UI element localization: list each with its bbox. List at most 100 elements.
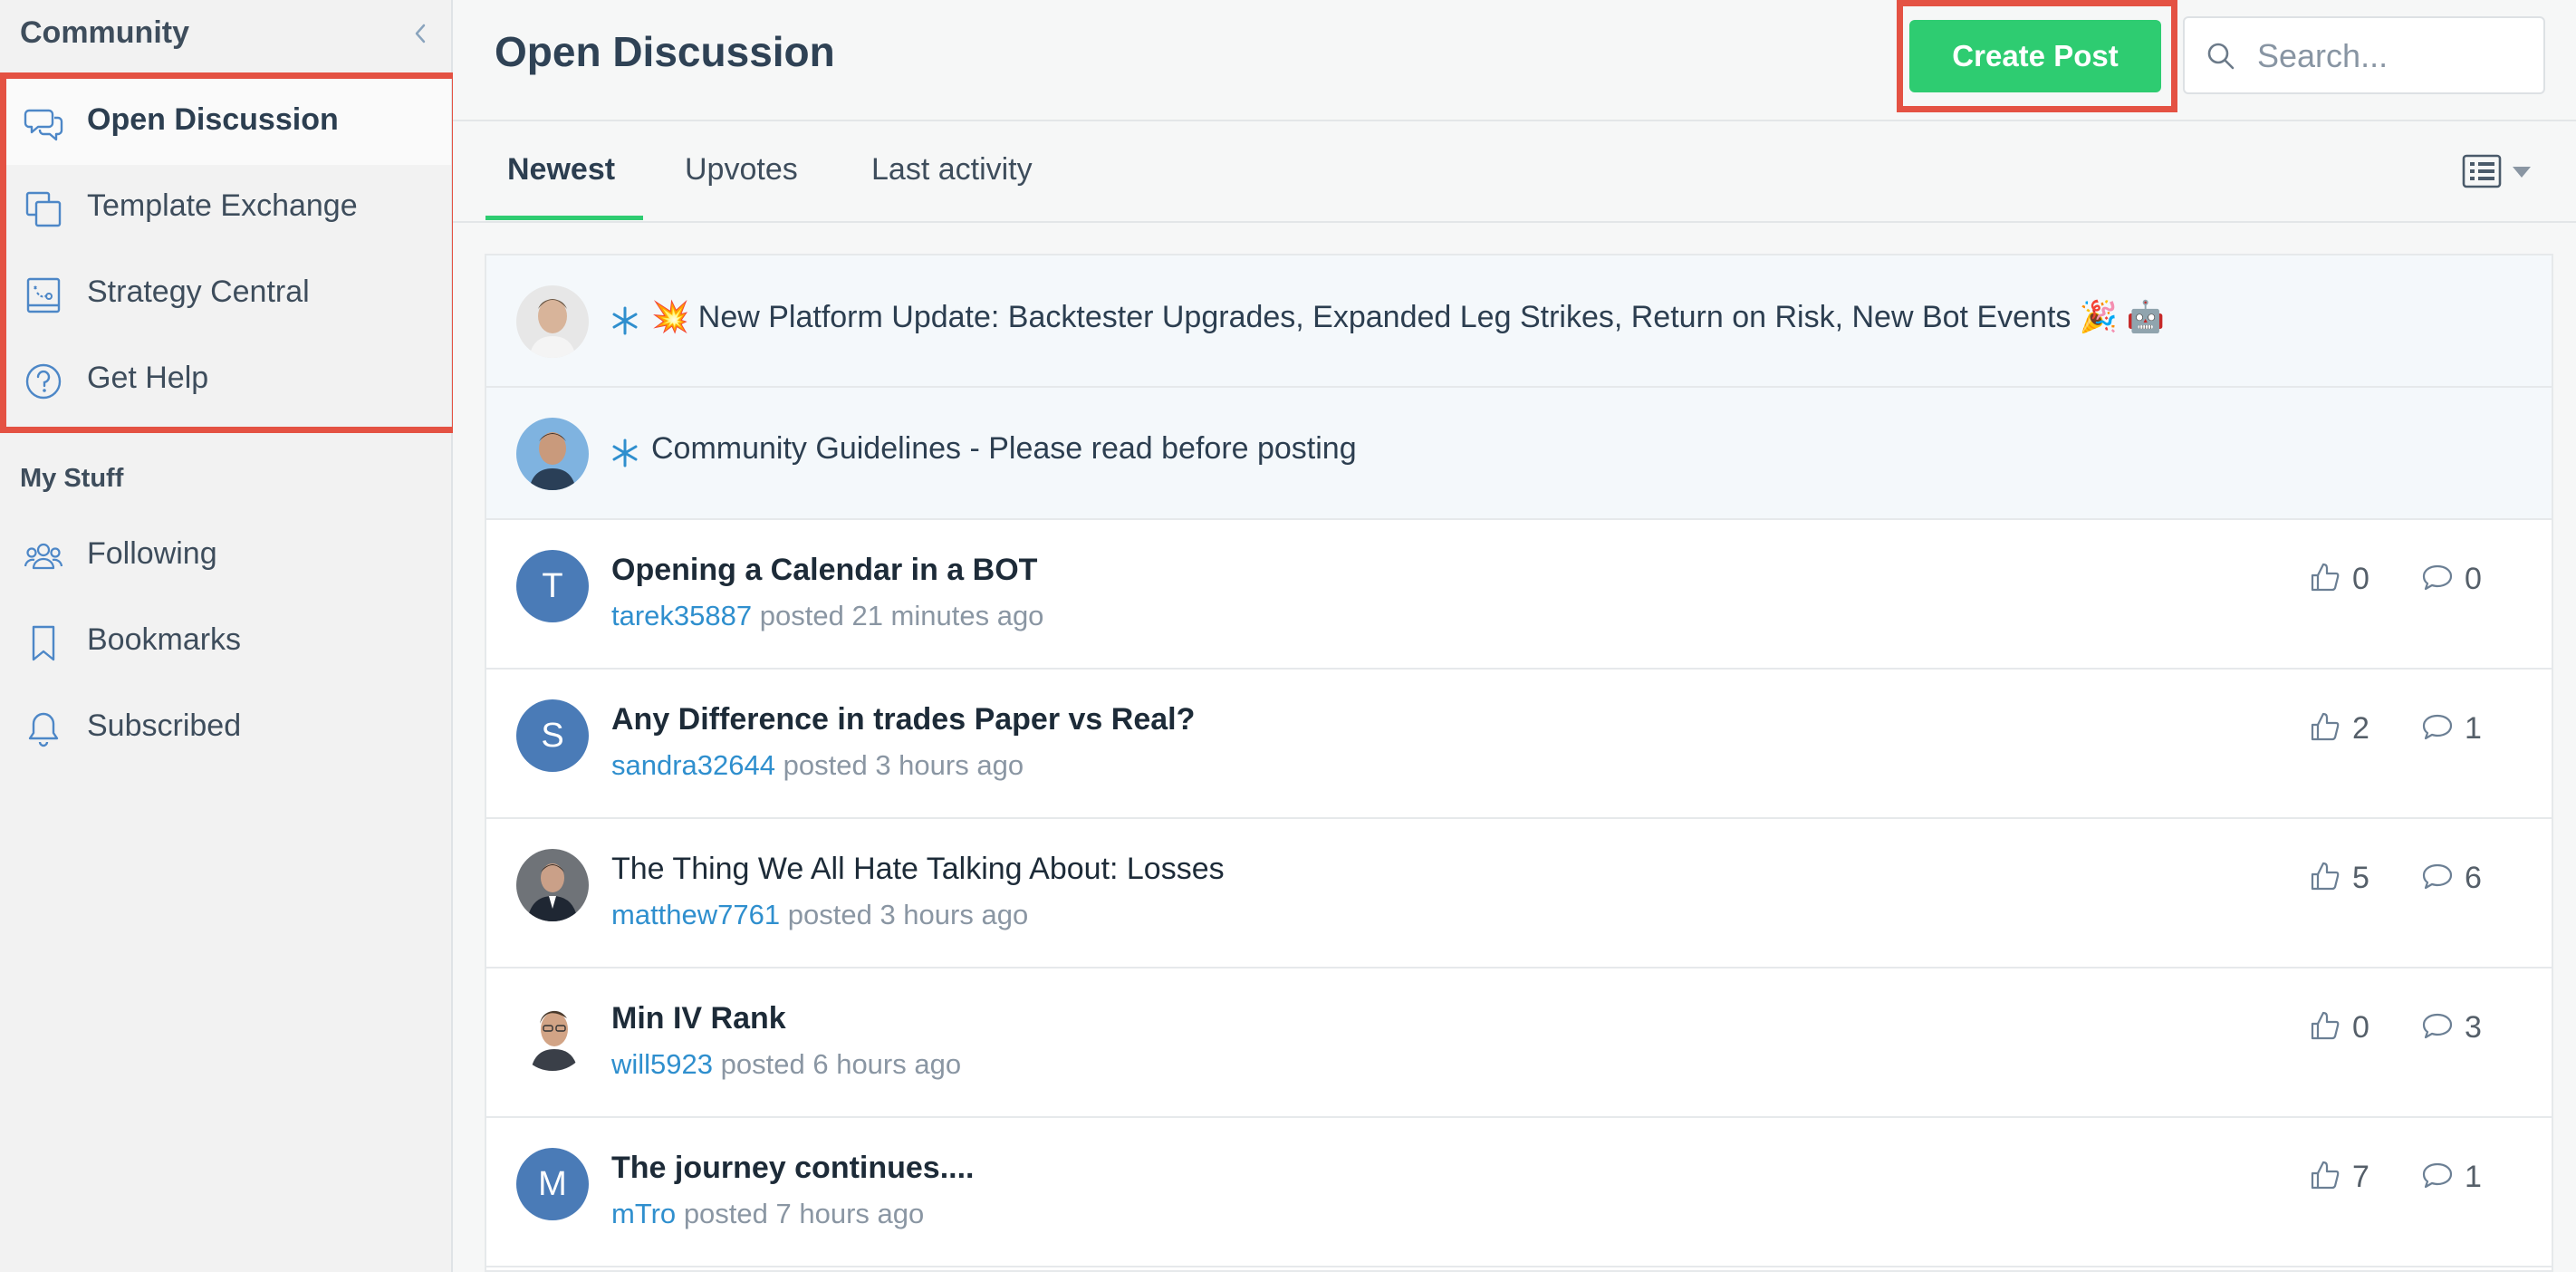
- comment-count: 6: [2465, 861, 2482, 895]
- list-item[interactable]: M The journey continues.... mTro posted …: [486, 1118, 2552, 1267]
- post-time: 3 hours ago: [879, 899, 1029, 930]
- post-title[interactable]: The journey continues....: [611, 1151, 975, 1186]
- copy-icon: [25, 191, 62, 227]
- sidebar-item-label: Template Exchange: [87, 188, 358, 223]
- list-item[interactable]: Min IV Rank will5923 posted 6 hours ago …: [486, 968, 2552, 1118]
- comment-icon: [2422, 564, 2453, 591]
- post-author-link[interactable]: sandra32644: [611, 749, 775, 781]
- comments-link[interactable]: 1: [2421, 711, 2482, 747]
- comment-count: 3: [2465, 1010, 2482, 1045]
- sidebar-item-label: Following: [87, 536, 217, 571]
- upvote-count: 5: [2352, 861, 2369, 895]
- post-verb: posted: [787, 899, 872, 930]
- avatar: [516, 418, 589, 490]
- comments-link[interactable]: 3: [2421, 1010, 2482, 1046]
- thumbs-up-icon: [2311, 563, 2340, 592]
- post-title[interactable]: Opening a Calendar in a BOT: [611, 553, 1037, 588]
- post-meta: will5923 posted 6 hours ago: [611, 1048, 961, 1081]
- thumbs-up-icon: [2311, 862, 2340, 891]
- upvote-button[interactable]: 0: [2309, 562, 2369, 597]
- pinned-asterisk-icon: [612, 306, 638, 335]
- post-time: 6 hours ago: [812, 1048, 962, 1080]
- sidebar-item-label: Get Help: [87, 361, 209, 395]
- upvote-count: 0: [2352, 1010, 2369, 1045]
- header: Open Discussion Create Post: [453, 0, 2576, 121]
- sort-tabs: Newest Upvotes Last activity: [453, 121, 2576, 223]
- my-stuff-heading: My Stuff: [20, 464, 124, 493]
- post-author-link[interactable]: tarek35887: [611, 600, 752, 631]
- sidebar-item-following[interactable]: Following: [4, 513, 451, 599]
- post-meta: tarek35887 posted 21 minutes ago: [611, 600, 1043, 632]
- list-item[interactable]: S Any Difference in trades Paper vs Real…: [486, 670, 2552, 819]
- sidebar-item-label: Strategy Central: [87, 275, 310, 309]
- sidebar-item-get-help[interactable]: Get Help: [4, 337, 451, 423]
- list-item[interactable]: The Thing We All Hate Talking About: Los…: [486, 819, 2552, 968]
- chat-bubbles-icon: [24, 109, 63, 141]
- post-meta: mTro posted 7 hours ago: [611, 1198, 924, 1230]
- strategy-chart-icon: [26, 277, 61, 313]
- upvote-button[interactable]: 0: [2309, 1010, 2369, 1046]
- sidebar-item-bookmarks[interactable]: Bookmarks: [4, 599, 451, 685]
- tab-newest[interactable]: Newest: [507, 152, 615, 188]
- comments-link[interactable]: 6: [2421, 861, 2482, 896]
- create-post-button[interactable]: Create Post: [1909, 20, 2161, 92]
- upvote-button[interactable]: 2: [2309, 711, 2369, 747]
- search-box: [2183, 16, 2545, 94]
- page-title: Open Discussion: [495, 28, 835, 75]
- comment-icon: [2422, 863, 2453, 890]
- tab-upvotes[interactable]: Upvotes: [685, 152, 798, 188]
- bookmark-icon: [32, 625, 55, 661]
- sidebar-item-template-exchange[interactable]: Template Exchange: [4, 165, 451, 251]
- comment-icon: [2422, 1013, 2453, 1039]
- avatar: [516, 998, 589, 1071]
- upvote-button[interactable]: 7: [2309, 1160, 2369, 1195]
- sidebar-header: Community: [0, 0, 451, 71]
- comment-icon: [2422, 1162, 2453, 1189]
- list-item[interactable]: T Opening a Calendar in a BOT tarek35887…: [486, 520, 2552, 670]
- thumbs-up-icon: [2311, 1011, 2340, 1040]
- upvote-count: 7: [2352, 1160, 2369, 1194]
- active-tab-indicator: [485, 216, 643, 220]
- pinned-post[interactable]: 💥 New Platform Update: Backtester Upgrad…: [486, 255, 2552, 388]
- search-input[interactable]: [2255, 31, 2531, 82]
- sidebar-item-strategy-central[interactable]: Strategy Central: [4, 251, 451, 337]
- post-verb: posted: [759, 600, 844, 631]
- comment-count: 0: [2465, 562, 2482, 596]
- avatar: S: [516, 699, 589, 772]
- sidebar-item-label: Open Discussion: [87, 102, 339, 137]
- upvote-count: 2: [2352, 711, 2369, 746]
- post-time: 21 minutes ago: [851, 600, 1044, 631]
- sidebar-title: Community: [20, 15, 189, 50]
- post-verb: posted: [783, 749, 868, 781]
- pinned-post-title[interactable]: Community Guidelines - Please read befor…: [651, 431, 1357, 467]
- post-title[interactable]: Min IV Rank: [611, 1001, 786, 1036]
- pinned-asterisk-icon: [612, 438, 638, 467]
- comments-link[interactable]: 1: [2421, 1160, 2482, 1195]
- post-time: 3 hours ago: [875, 749, 1024, 781]
- pinned-post-title[interactable]: 💥 New Platform Update: Backtester Upgrad…: [651, 299, 2165, 335]
- comments-link[interactable]: 0: [2421, 562, 2482, 597]
- post-author-link[interactable]: mTro: [611, 1198, 676, 1229]
- post-author-link[interactable]: will5923: [611, 1048, 713, 1080]
- pinned-post[interactable]: Community Guidelines - Please read befor…: [486, 388, 2552, 520]
- thumbs-up-icon: [2311, 1161, 2340, 1190]
- post-title[interactable]: The Thing We All Hate Talking About: Los…: [611, 852, 1225, 887]
- search-icon: [2207, 43, 2235, 70]
- post-verb: posted: [720, 1048, 805, 1080]
- upvote-button[interactable]: 5: [2309, 861, 2369, 896]
- comment-icon: [2422, 714, 2453, 740]
- post-title[interactable]: Any Difference in trades Paper vs Real?: [611, 702, 1195, 737]
- sidebar-item-open-discussion[interactable]: Open Discussion: [4, 79, 451, 165]
- tab-last-activity[interactable]: Last activity: [871, 152, 1033, 188]
- post-meta: matthew7761 posted 3 hours ago: [611, 899, 1028, 931]
- avatar: M: [516, 1148, 589, 1220]
- sidebar-item-label: Bookmarks: [87, 622, 242, 657]
- post-verb: posted: [683, 1198, 768, 1229]
- list-view-toggle[interactable]: [2462, 152, 2543, 192]
- thumbs-up-icon: [2311, 712, 2340, 741]
- post-author-link[interactable]: matthew7761: [611, 899, 780, 930]
- sidebar-item-label: Subscribed: [87, 708, 242, 743]
- comment-count: 1: [2465, 711, 2482, 746]
- chevron-left-icon[interactable]: [409, 20, 431, 47]
- sidebar-item-subscribed[interactable]: Subscribed: [4, 685, 451, 771]
